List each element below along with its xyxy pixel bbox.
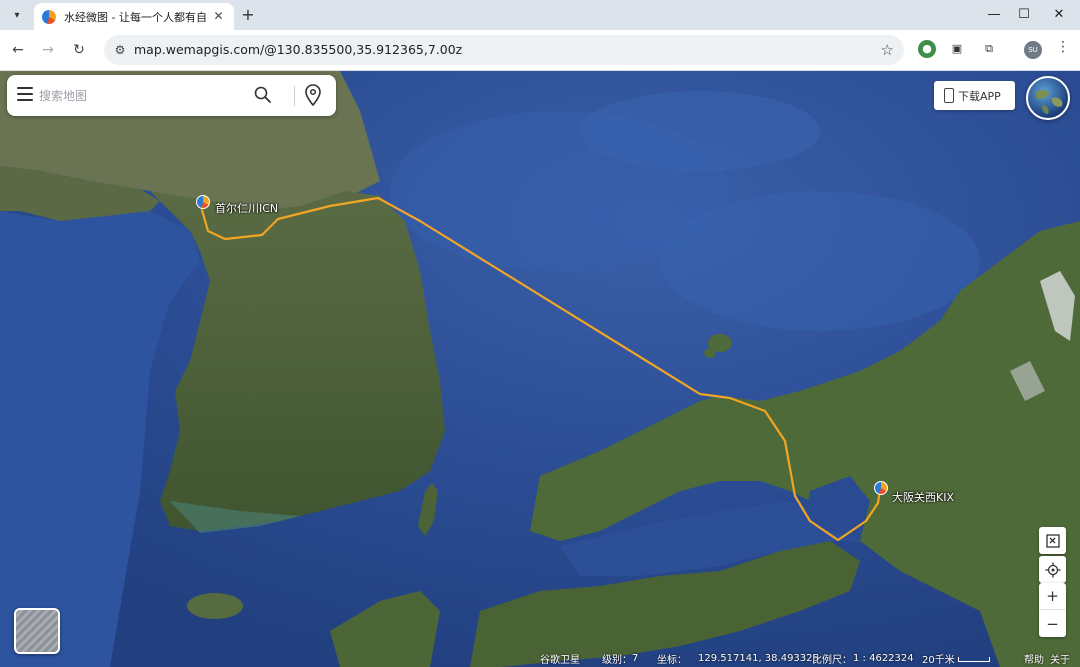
zoom-level-label: 级别： — [602, 654, 632, 666]
reload-button[interactable]: ↻ — [69, 40, 89, 60]
download-app-label: 下载APP — [958, 89, 1001, 103]
close-window-button[interactable]: ✕ — [1049, 6, 1069, 24]
airport-marker-icon[interactable] — [196, 195, 210, 209]
search-input[interactable] — [39, 85, 239, 107]
map-search-box — [7, 75, 336, 116]
coordinate-label: 坐标： — [657, 654, 687, 666]
address-bar[interactable]: ⚙ map.wemapgis.com/@130.835500,35.912365… — [104, 35, 904, 65]
search-divider — [294, 86, 295, 106]
browser-tab[interactable]: 水经微图 - 让每一个人都有自己的地图 ✕ — [34, 3, 234, 30]
layer-switcher-button[interactable] — [14, 608, 60, 654]
phone-icon — [944, 88, 954, 103]
about-link[interactable]: 关于 — [1050, 651, 1070, 666]
minimize-button[interactable]: — — [984, 6, 1004, 24]
scale-bar — [958, 657, 990, 662]
scale-value: 1 : 4622324 — [853, 652, 914, 664]
flight-route-layer — [200, 196, 882, 542]
search-icon[interactable] — [253, 85, 273, 105]
tab-title: 水经微图 - 让每一个人都有自己的地图 — [64, 10, 206, 24]
browser-tab-bar: ▾ 水经微图 - 让每一个人都有自己的地图 ✕ + — ☐ ✕ — [0, 0, 1080, 30]
location-pin-icon[interactable] — [304, 84, 322, 106]
crosshair-icon — [1045, 562, 1060, 577]
bookmark-star-icon[interactable]: ☆ — [881, 41, 894, 59]
new-tab-button[interactable]: + — [238, 5, 258, 25]
airport-label-icn[interactable]: 首尔仁川ICN — [215, 200, 278, 216]
scale-label: 比例尺： — [812, 654, 852, 666]
map-status-bar: 谷歌卫星 级别： 7 坐标： 129.517141, 38.493325 比例尺… — [0, 649, 1080, 667]
airport-label-kix[interactable]: 大阪关西KIX — [892, 489, 954, 505]
fullscreen-exit-icon — [1045, 533, 1060, 548]
scale-distance: 20千米 — [922, 654, 955, 666]
locate-me-button[interactable] — [1039, 556, 1066, 583]
extensions-puzzle-icon[interactable]: ⧉ — [980, 40, 998, 58]
coordinate-value: 129.517141, 38.493325 — [698, 652, 819, 664]
map-viewport[interactable]: 首尔仁川ICN 大阪关西KIX 下载APP — [0, 71, 1080, 667]
zoom-level-value: 7 — [632, 652, 639, 664]
extension-globe-icon[interactable]: ● — [918, 40, 936, 58]
site-info-icon[interactable]: ⚙ — [112, 42, 128, 58]
maximize-button[interactable]: ☐ — [1014, 6, 1034, 24]
tab-list-chevron-icon[interactable]: ▾ — [6, 4, 28, 26]
profile-avatar[interactable]: SU — [1024, 41, 1042, 59]
imagery-source: 谷歌卫星 — [540, 654, 580, 666]
url-text[interactable]: map.wemapgis.com/@130.835500,35.912365,7… — [134, 42, 462, 57]
globe-overview-button[interactable] — [1026, 76, 1070, 120]
zoom-controls: + − — [1039, 583, 1066, 637]
extension-reader-icon[interactable]: ▣ — [948, 40, 966, 58]
flight-route-line — [200, 196, 882, 542]
airport-marker-icon[interactable] — [874, 481, 888, 495]
zoom-out-button[interactable]: − — [1039, 610, 1066, 637]
forward-button[interactable]: → — [38, 40, 58, 60]
browser-toolbar: ← → ↻ ⚙ map.wemapgis.com/@130.835500,35.… — [0, 30, 1080, 71]
browser-menu-icon[interactable]: ⋮ — [1056, 39, 1070, 55]
help-link[interactable]: 帮助 — [1024, 651, 1044, 666]
back-button[interactable]: ← — [8, 40, 28, 60]
tab-close-icon[interactable]: ✕ — [211, 9, 226, 24]
menu-hamburger-icon[interactable] — [17, 87, 33, 101]
zoom-in-button[interactable]: + — [1039, 583, 1066, 610]
fullscreen-exit-button[interactable] — [1039, 527, 1066, 554]
site-favicon-icon — [42, 9, 56, 24]
download-app-button[interactable]: 下载APP — [934, 81, 1015, 110]
